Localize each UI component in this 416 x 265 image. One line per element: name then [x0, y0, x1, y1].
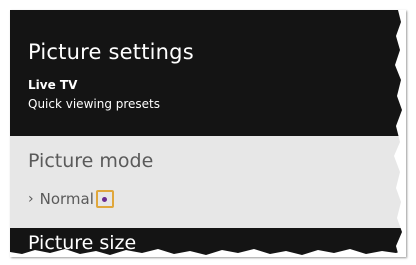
panel-header: Picture settings Live TV Quick viewing p… — [10, 10, 406, 136]
page-title: Picture settings — [28, 40, 194, 64]
settings-panel: Picture settings Live TV Quick viewing p… — [10, 10, 406, 257]
menu-item-picture-mode[interactable]: Picture mode › Normal — [10, 136, 406, 228]
indicator-dot — [102, 196, 108, 202]
torn-edge-right — [394, 10, 406, 257]
picture-mode-value: Normal — [39, 190, 94, 208]
star-indicator-icon — [95, 190, 114, 208]
menu-item-label: Picture mode — [28, 150, 154, 172]
torn-edge-bottom — [10, 249, 406, 257]
input-source-label: Live TV — [28, 78, 78, 92]
menu-item-value: › Normal — [28, 190, 114, 208]
page-subtitle: Quick viewing presets — [28, 97, 161, 111]
chevron-right-icon: › — [28, 191, 34, 207]
